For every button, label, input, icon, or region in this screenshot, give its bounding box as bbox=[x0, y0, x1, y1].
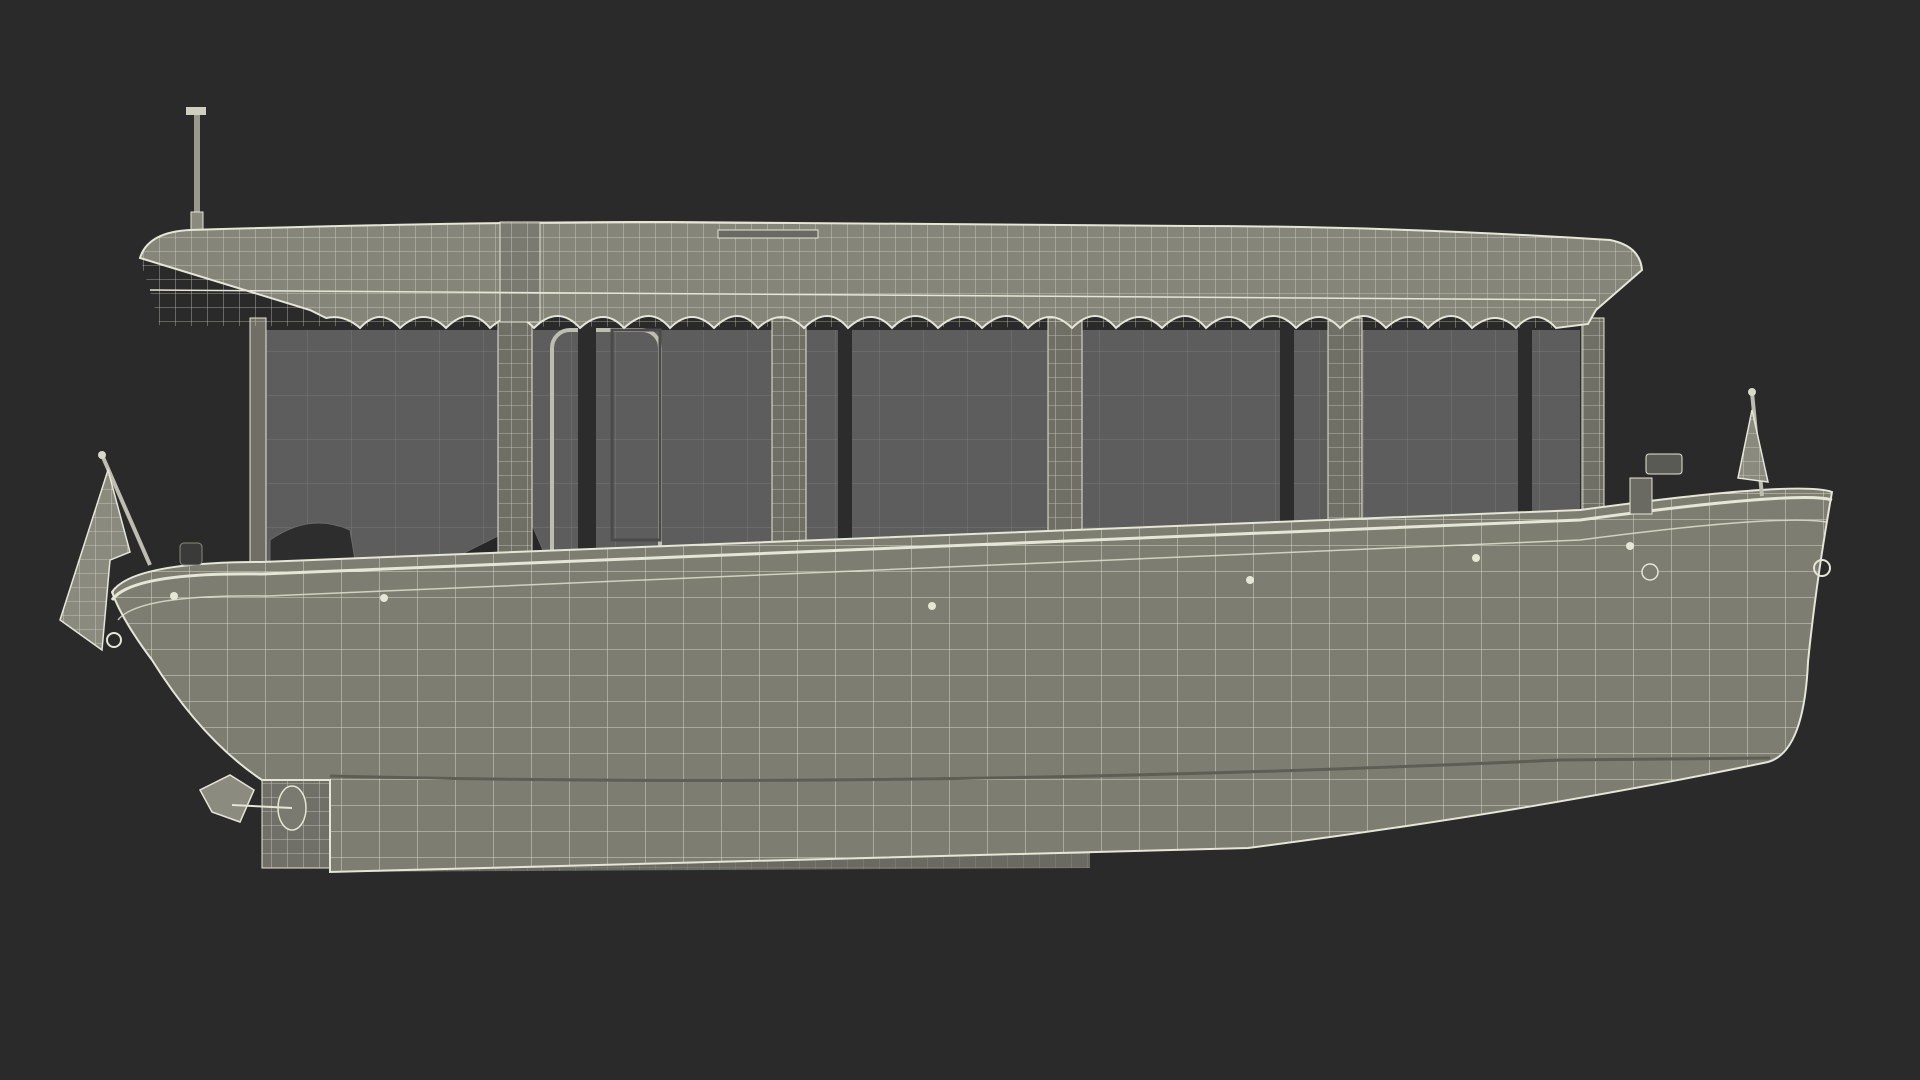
boat-wireframe-render bbox=[0, 0, 1920, 1080]
canopy bbox=[138, 220, 1644, 330]
